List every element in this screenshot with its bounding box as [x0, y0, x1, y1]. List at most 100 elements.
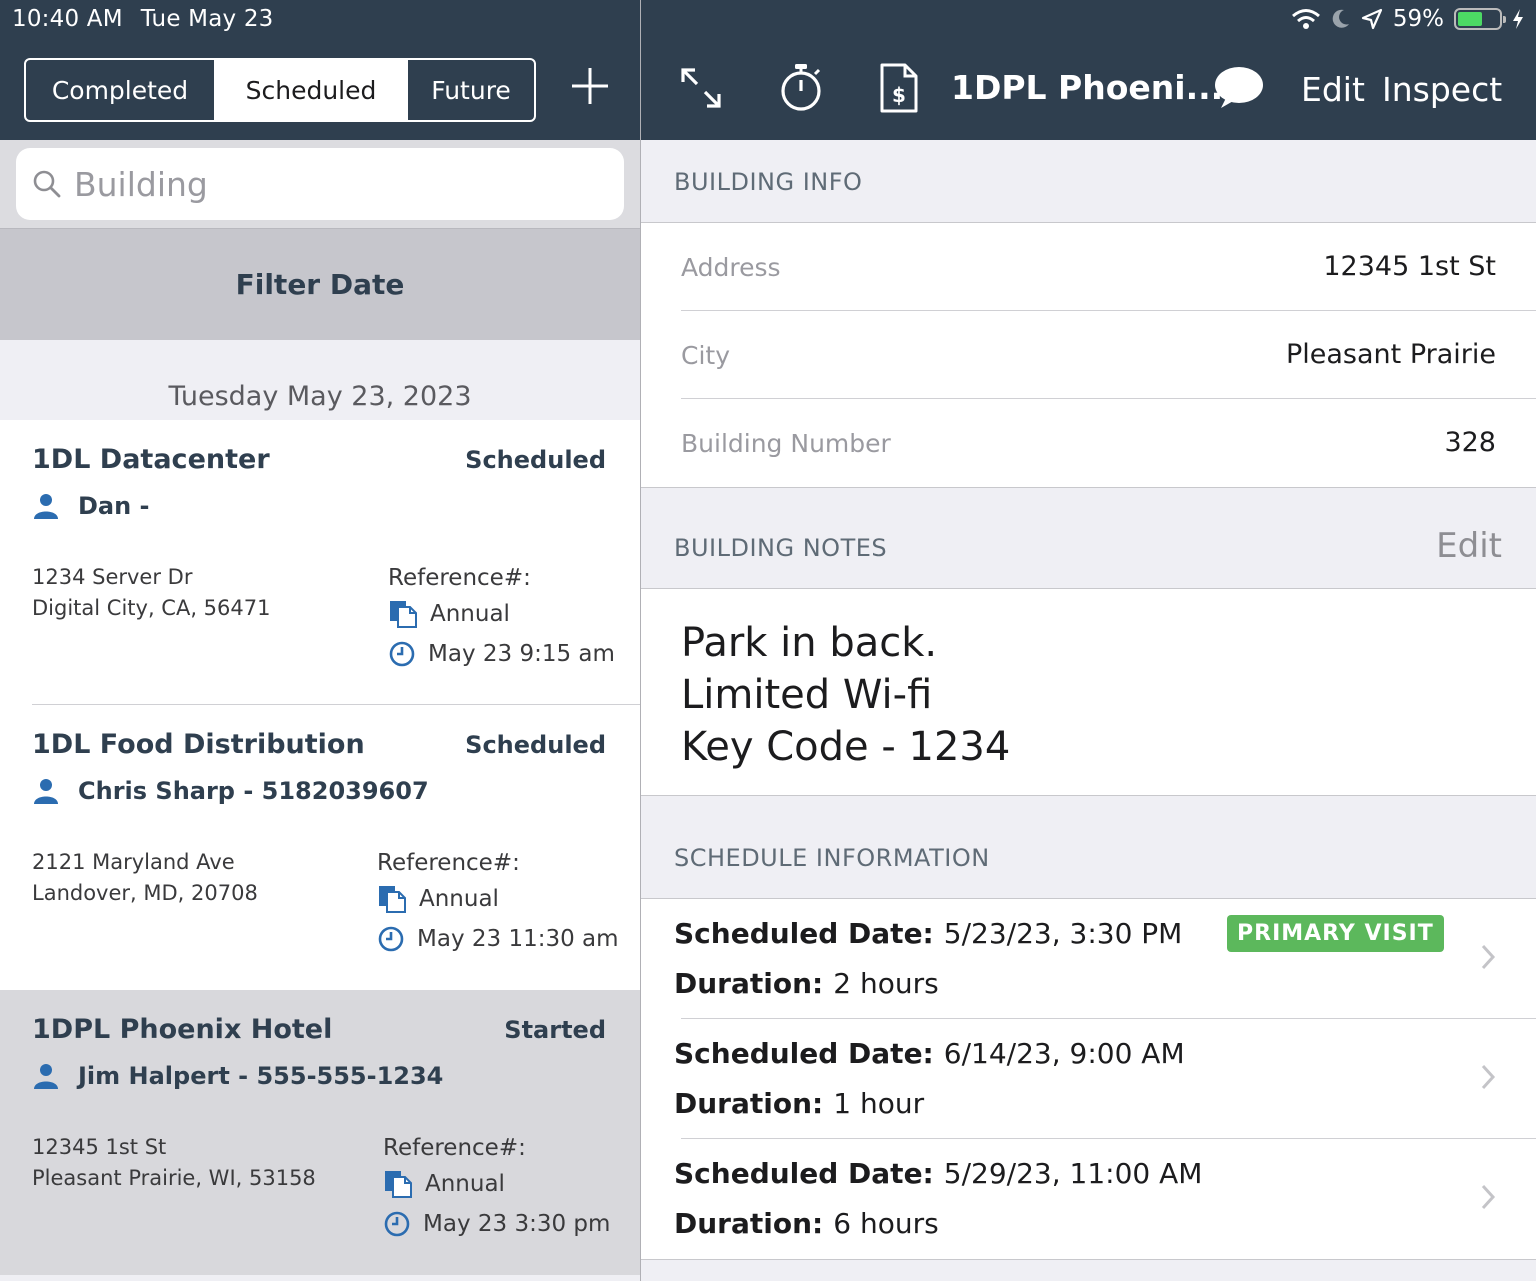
job-card-selected[interactable]: 1DPL Phoenix Hotel Started Jim Halpert -… [0, 990, 640, 1275]
address-line-1: 1234 Server Dr [32, 565, 193, 589]
schedule-info-heading: SCHEDULE INFORMATION [674, 844, 990, 872]
job-type-row: Annual [383, 1164, 610, 1204]
job-status: Scheduled [465, 731, 606, 759]
building-info-table: Address 12345 1st St City Pleasant Prair… [641, 222, 1536, 488]
schedule-row[interactable]: Scheduled Date: 5/23/23, 3:30 PM Duration… [641, 899, 1536, 1019]
scheduled-date-line: Scheduled Date: 6/14/23, 9:00 AM [674, 1037, 1185, 1070]
contact-name: Chris Sharp - 5182039607 [78, 777, 429, 805]
contact-name: Dan - [78, 492, 150, 520]
detail-nav-bar: 59% $ 1DPL Phoeni... Edit Inspect [641, 0, 1536, 140]
status-bar-left: 10:40 AM Tue May 23 [12, 6, 292, 32]
address-line-1: 12345 1st St [32, 1135, 167, 1159]
scheduled-date-value: 5/23/23, 3:30 PM [943, 917, 1183, 950]
person-icon [34, 779, 58, 804]
primary-visit-badge: PRIMARY VISIT [1227, 915, 1444, 952]
job-time: May 23 9:15 am [428, 641, 615, 667]
job-contact: Jim Halpert - 555-555-1234 [32, 1062, 443, 1090]
job-status: Scheduled [465, 446, 606, 474]
duration-line: Duration: 6 hours [674, 1207, 939, 1240]
person-icon [34, 494, 58, 519]
job-type: Annual [430, 601, 510, 627]
job-title: 1DL Food Distribution [32, 729, 365, 760]
chat-icon[interactable] [1213, 64, 1265, 112]
scheduled-date-label: Scheduled Date: [674, 1037, 934, 1070]
job-list-pane: 10:40 AM Tue May 23 Completed Scheduled F… [0, 0, 640, 1281]
job-type: Annual [419, 886, 499, 912]
job-time: May 23 11:30 am [417, 926, 619, 952]
job-time: May 23 3:30 pm [423, 1211, 611, 1237]
notes-edit-button[interactable]: Edit [1436, 526, 1502, 566]
chevron-right-icon [1481, 1184, 1496, 1210]
edit-button[interactable]: Edit [1301, 70, 1365, 109]
note-line: Park in back. [681, 620, 938, 666]
documents-icon [385, 1171, 412, 1198]
job-status: Started [504, 1016, 606, 1044]
building-notes-box: Park in back. Limited Wi-fi Key Code - 1… [641, 588, 1536, 796]
status-segmented-control: Completed Scheduled Future [24, 58, 536, 122]
battery-icon [1454, 8, 1506, 30]
contact-name: Jim Halpert - 555-555-1234 [78, 1062, 444, 1090]
job-time-row: May 23 3:30 pm [383, 1204, 610, 1244]
segment-completed[interactable]: Completed [26, 60, 216, 120]
scheduled-date-value: 5/29/23, 11:00 AM [943, 1157, 1203, 1190]
inspect-button[interactable]: Inspect [1382, 70, 1502, 109]
job-title: 1DPL Phoenix Hotel [32, 1014, 333, 1045]
left-nav-bar: 10:40 AM Tue May 23 Completed Scheduled F… [0, 0, 640, 140]
clock-icon [389, 641, 415, 667]
reference-label: Reference#: [377, 850, 520, 876]
job-card[interactable]: 1DL Food Distribution Scheduled Chris Sh… [0, 705, 640, 990]
battery-percent: 59% [1392, 6, 1444, 32]
reference-label: Reference#: [388, 565, 531, 591]
duration-label: Duration: [674, 1087, 824, 1120]
info-row-city: City Pleasant Prairie [641, 311, 1536, 399]
chevron-right-icon [1481, 944, 1496, 970]
search-input[interactable] [74, 164, 574, 204]
schedule-list: Scheduled Date: 5/23/23, 3:30 PM Duration… [641, 898, 1536, 1260]
address-line-2: Landover, MD, 20708 [32, 881, 258, 905]
job-type: Annual [425, 1171, 505, 1197]
job-contact: Chris Sharp - 5182039607 [32, 777, 429, 805]
expand-icon[interactable] [679, 66, 723, 110]
segment-scheduled[interactable]: Scheduled [216, 60, 408, 120]
moon-icon [1332, 9, 1349, 28]
job-card[interactable]: 1DL Datacenter Scheduled Dan - 1234 Serv… [0, 420, 640, 705]
schedule-row[interactable]: Scheduled Date: 6/14/23, 9:00 AM Duration… [641, 1019, 1536, 1139]
svg-text:$: $ [892, 83, 906, 107]
status-time: 10:40 AM [12, 6, 123, 32]
info-key: Address [681, 253, 781, 282]
stopwatch-icon[interactable] [779, 62, 823, 112]
reference-label: Reference#: [383, 1135, 526, 1161]
address-line-2: Pleasant Prairie, WI, 53158 [32, 1166, 316, 1190]
job-detail-pane: 59% $ 1DPL Phoeni... Edit Inspect BUILDI… [641, 0, 1536, 1281]
job-address: 2121 Maryland Ave Landover, MD, 20708 [32, 847, 258, 909]
person-icon [34, 1064, 58, 1089]
job-type-row: Annual [377, 879, 619, 919]
building-info-heading: BUILDING INFO [674, 168, 863, 196]
add-icon[interactable] [568, 64, 612, 108]
location-arrow-icon [1361, 8, 1382, 30]
scheduled-date-label: Scheduled Date: [674, 1157, 934, 1190]
duration-value: 6 hours [833, 1207, 939, 1240]
job-time-row: May 23 9:15 am [388, 634, 615, 674]
job-reference: Reference#: Annual May 23 11:30 am [377, 847, 619, 959]
info-value: 328 [1444, 427, 1496, 458]
invoice-icon[interactable]: $ [879, 62, 919, 114]
scheduled-date-label: Scheduled Date: [674, 917, 934, 950]
note-line: Key Code - 1234 [681, 724, 1011, 770]
filter-date-button[interactable]: Filter Date [0, 228, 640, 340]
duration-value: 2 hours [833, 967, 939, 1000]
wifi-icon [1291, 9, 1320, 29]
chevron-right-icon [1481, 1064, 1496, 1090]
segment-future[interactable]: Future [408, 60, 534, 120]
duration-value: 1 hour [833, 1087, 925, 1120]
charging-bolt-icon [1513, 9, 1523, 29]
documents-icon [379, 886, 406, 913]
job-address: 1234 Server Dr Digital City, CA, 56471 [32, 562, 270, 624]
search-bar [0, 140, 640, 228]
scheduled-date-value: 6/14/23, 9:00 AM [943, 1037, 1185, 1070]
schedule-row[interactable]: Scheduled Date: 5/29/23, 11:00 AM Duratio… [641, 1139, 1536, 1259]
note-line: Limited Wi-fi [681, 672, 933, 718]
scheduled-date-line: Scheduled Date: 5/23/23, 3:30 PM [674, 917, 1182, 950]
documents-icon [390, 601, 417, 628]
job-type-row: Annual [388, 594, 615, 634]
